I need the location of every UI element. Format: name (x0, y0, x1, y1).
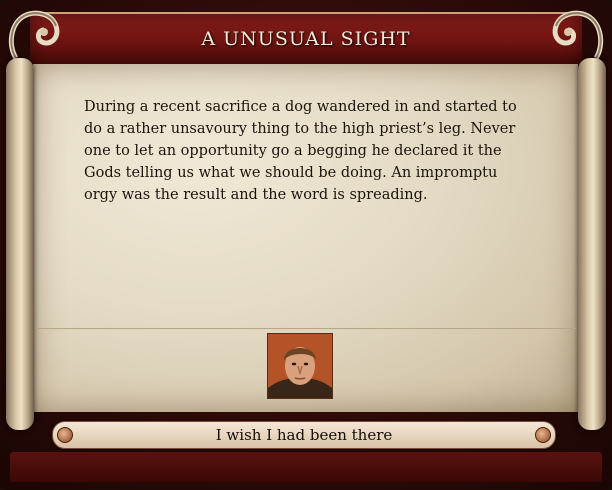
divider (36, 328, 576, 329)
scroll-roller-left (6, 58, 34, 430)
bottom-frame-band (10, 452, 602, 482)
character-portrait-icon[interactable] (267, 333, 333, 399)
event-window: A UNUSUAL SIGHT During a recent sacrific… (0, 0, 612, 490)
button-cap-icon (535, 427, 551, 443)
event-description: During a recent sacrifice a dog wandered… (84, 99, 517, 203)
event-title: A UNUSUAL SIGHT (201, 28, 411, 50)
scroll-roller-right (578, 58, 606, 430)
option-button[interactable]: I wish I had been there (52, 421, 556, 449)
option-label: I wish I had been there (215, 426, 393, 444)
